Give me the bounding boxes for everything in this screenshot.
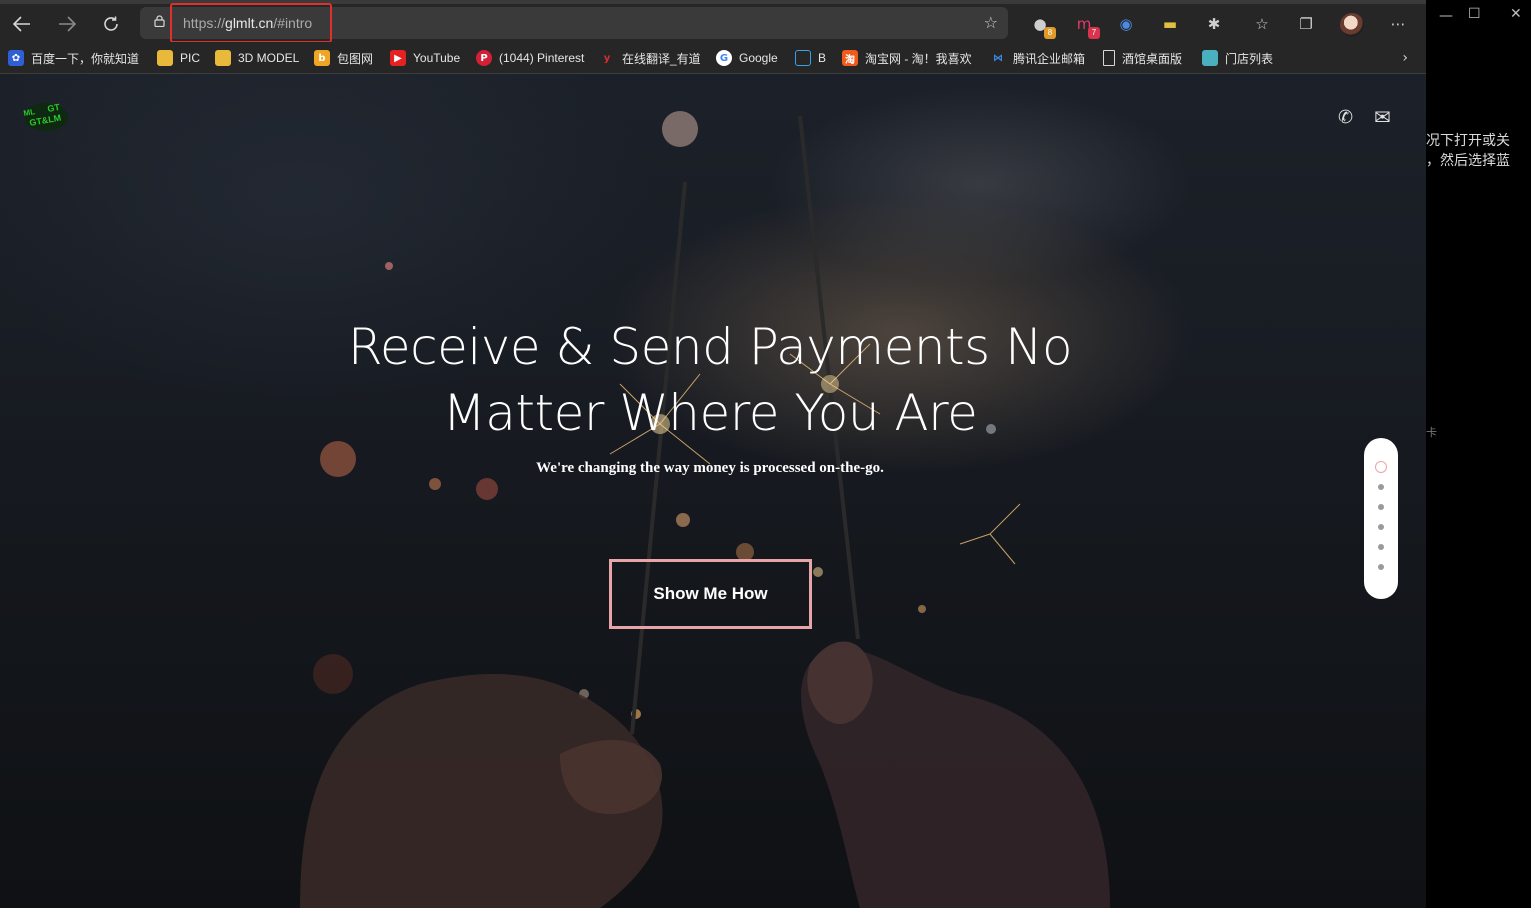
taobao-icon: 淘	[842, 50, 858, 66]
extensions-puzzle-icon[interactable]: ✱	[1202, 12, 1226, 36]
arrow-left-icon	[13, 16, 30, 32]
section-dot-6[interactable]	[1378, 564, 1384, 570]
bookmark-pinterest[interactable]: P (1044) Pinterest	[476, 47, 584, 69]
browser-toolbar: https://glmlt.cn/#intro ☆ ● 8 m7 ◉ ▬ ✱ ☆ …	[0, 0, 1426, 43]
pinterest-icon: P	[476, 50, 492, 66]
maximize-icon[interactable]: ☐	[1468, 6, 1481, 22]
minimize-icon[interactable]: —	[1439, 8, 1453, 24]
forward-button[interactable]	[51, 10, 83, 38]
page-icon	[1103, 50, 1115, 66]
browser-window: https://glmlt.cn/#intro ☆ ● 8 m7 ◉ ▬ ✱ ☆ …	[0, 0, 1426, 908]
profile-avatar[interactable]	[1340, 13, 1364, 37]
chevron-right-icon[interactable]: ›	[1402, 50, 1408, 66]
bookmark-store-list[interactable]: 门店列表	[1202, 47, 1273, 69]
hero-subline: We're changing the way money is processe…	[536, 460, 884, 476]
envelope-icon[interactable]: ✉	[1374, 105, 1391, 129]
youtube-icon: ▶	[390, 50, 406, 66]
refresh-button[interactable]	[95, 10, 127, 38]
sparkler-background-image	[300, 111, 1110, 908]
add-favorite-icon[interactable]: ☆	[984, 13, 998, 32]
arrow-right-icon	[59, 16, 76, 32]
site-logo[interactable]: GT GT&LM ML	[22, 100, 70, 134]
section-dot-4[interactable]	[1378, 524, 1384, 530]
bookmarks-bar: ✿ 百度一下，你就知道 PIC 3D MODEL b 包图网 ▶ YouTube P(…	[0, 42, 1426, 74]
headline-line-1: Receive & Send Payments No	[347, 318, 1073, 376]
extension-2-icon[interactable]: m7	[1072, 12, 1100, 39]
headline-line-2: Matter Where You Are	[442, 384, 978, 442]
hero-section: GT GT&LM ML ✆ ✉ Receive & Send Payments …	[0, 74, 1426, 908]
bookmark-baidu[interactable]: ✿ 百度一下，你就知道	[8, 47, 139, 69]
section-dot-3[interactable]	[1378, 504, 1384, 510]
more-menu-icon[interactable]: ⋯	[1386, 12, 1410, 36]
store-icon	[1202, 50, 1218, 66]
show-me-how-button[interactable]: Show Me How	[609, 559, 812, 629]
bookmark-youtube[interactable]: ▶ YouTube	[390, 47, 460, 69]
section-dot-1[interactable]	[1375, 461, 1387, 473]
extension-3-icon[interactable]: ◉	[1114, 12, 1138, 36]
folder-icon	[157, 50, 173, 66]
refresh-icon	[104, 16, 118, 31]
collections-icon[interactable]: ❐	[1294, 12, 1318, 36]
folder-icon	[215, 50, 231, 66]
bookmark-baotu[interactable]: b 包图网	[314, 47, 373, 69]
bookmark-youdao[interactable]: y 在线翻译_有道	[599, 47, 701, 69]
youdao-icon: y	[603, 52, 611, 64]
bookmark-tencent-mail[interactable]: ⋈ 腾讯企业邮箱	[990, 47, 1085, 69]
bookmark-pic[interactable]: PIC	[157, 47, 200, 69]
section-dot-navigation	[1364, 438, 1398, 599]
bookmark-google[interactable]: G Google	[716, 47, 778, 69]
baotu-icon: b	[314, 50, 330, 66]
bookmark-tavern[interactable]: 酒馆桌面版	[1103, 47, 1182, 69]
bookmark-bilibili[interactable]: B	[795, 47, 826, 69]
back-button[interactable]	[6, 10, 38, 38]
extension-1-icon[interactable]: ● 8	[1028, 12, 1056, 39]
background-window-text-3: 卡	[1426, 426, 1437, 439]
url-text[interactable]: https://glmlt.cn/#intro	[183, 15, 312, 31]
section-dot-2[interactable]	[1378, 484, 1384, 490]
baidu-icon: ✿	[8, 50, 24, 66]
section-dot-5[interactable]	[1378, 544, 1384, 550]
bilibili-icon	[795, 50, 811, 66]
bookmark-taobao[interactable]: 淘淘宝网 - 淘！我喜欢	[842, 47, 972, 69]
favorites-icon[interactable]: ☆	[1250, 12, 1274, 36]
google-icon: G	[716, 50, 732, 66]
phone-icon[interactable]: ✆	[1338, 107, 1353, 128]
background-window-text-1: 况下打开或关	[1426, 133, 1510, 149]
close-icon[interactable]: ✕	[1510, 6, 1522, 22]
background-window: — ☐ ✕ 况下打开或关 ，然后选择蓝 卡	[1426, 0, 1531, 908]
hero-headline: Receive & Send Payments No Matter Where …	[310, 314, 1110, 446]
address-bar[interactable]: https://glmlt.cn/#intro ☆	[140, 3, 1008, 43]
extension-4-icon[interactable]: ▬	[1158, 12, 1182, 36]
tencent-mail-icon: ⋈	[993, 52, 1003, 64]
background-window-text-2: ，然后选择蓝	[1426, 153, 1510, 169]
bookmark-3d-model[interactable]: 3D MODEL	[215, 47, 299, 69]
lock-icon	[154, 15, 165, 27]
